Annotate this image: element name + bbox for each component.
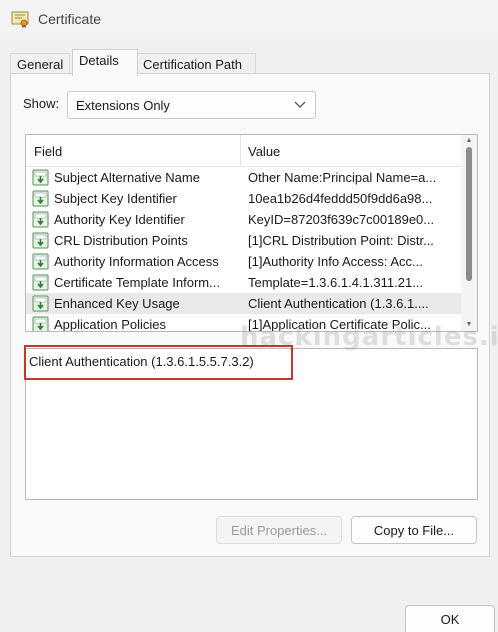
list-row[interactable]: Enhanced Key Usage Client Authentication …: [26, 293, 462, 314]
row-value: KeyID=87203f639c7c00189e0...: [248, 212, 435, 227]
ok-button[interactable]: OK: [405, 605, 495, 632]
chevron-down-icon: [293, 97, 307, 111]
extension-icon: [32, 253, 49, 270]
tab-general[interactable]: General: [10, 53, 70, 75]
row-field: Subject Key Identifier: [54, 191, 177, 206]
tab-details[interactable]: Details: [72, 49, 138, 76]
scrollbar-thumb[interactable]: [466, 147, 472, 281]
row-value: [1]Authority Info Access: Acc...: [248, 254, 423, 269]
extension-icon: [32, 316, 49, 331]
row-field: Authority Information Access: [54, 254, 219, 269]
window-title: Certificate: [38, 11, 102, 27]
list-row[interactable]: Authority Information Access [1]Authority…: [26, 251, 462, 272]
row-field: Authority Key Identifier: [54, 212, 185, 227]
vertical-scrollbar[interactable]: ▲ ▼: [461, 135, 477, 331]
extension-icon: [32, 211, 49, 228]
extension-icon: [32, 295, 49, 312]
row-field: Certificate Template Inform...: [54, 275, 220, 290]
row-field: Subject Alternative Name: [54, 170, 200, 185]
show-label: Show:: [23, 96, 60, 111]
edit-properties-button[interactable]: Edit Properties...: [216, 516, 342, 544]
row-field: Application Policies: [54, 317, 167, 332]
show-dropdown-value: Extensions Only: [76, 98, 170, 113]
row-field: Enhanced Key Usage: [54, 296, 180, 311]
list-row[interactable]: Certificate Template Inform... Template=1…: [26, 272, 462, 293]
extension-icon: [32, 274, 49, 291]
column-header-field[interactable]: Field: [34, 144, 62, 159]
row-value: [1]CRL Distribution Point: Distr...: [248, 233, 434, 248]
extension-icon: [32, 169, 49, 186]
extension-icon: [32, 190, 49, 207]
list-header: Field Value: [26, 135, 462, 167]
row-value: Template=1.3.6.1.4.1.311.21...: [248, 275, 424, 290]
show-dropdown[interactable]: Extensions Only: [67, 91, 316, 119]
extension-icon: [32, 232, 49, 249]
row-value: 10ea1b26d4feddd50f9dd6a98...: [248, 191, 433, 206]
copy-to-file-button[interactable]: Copy to File...: [351, 516, 477, 544]
column-divider[interactable]: [240, 135, 241, 167]
list-row[interactable]: CRL Distribution Points [1]CRL Distributi…: [26, 230, 462, 251]
tab-strip: General Certification Path Details: [10, 49, 498, 76]
list-row[interactable]: Subject Key Identifier 10ea1b26d4feddd50f…: [26, 188, 462, 209]
column-header-value[interactable]: Value: [248, 144, 280, 159]
watermark: hackingarticles.in: [240, 322, 498, 352]
row-value: Other Name:Principal Name=a...: [248, 170, 437, 185]
row-value: Client Authentication (1.3.6.1....: [248, 296, 429, 311]
tab-certification-path[interactable]: Certification Path: [136, 53, 256, 75]
row-field: CRL Distribution Points: [54, 233, 188, 248]
scroll-up-icon[interactable]: ▲: [465, 137, 473, 145]
certificate-icon: [10, 9, 30, 29]
field-list[interactable]: Field Value Subject Alternative Name Othe…: [25, 134, 478, 332]
list-row[interactable]: Authority Key Identifier KeyID=87203f639c…: [26, 209, 462, 230]
title-bar: Certificate: [0, 0, 498, 38]
list-row[interactable]: Subject Alternative Name Other Name:Princ…: [26, 167, 462, 188]
